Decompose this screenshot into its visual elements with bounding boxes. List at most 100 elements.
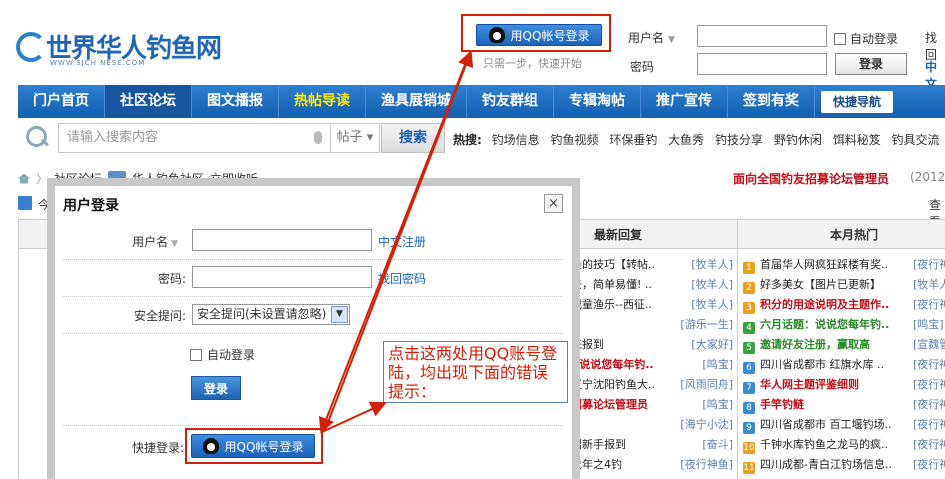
row-author[interactable]: [牧羊人]	[691, 255, 733, 275]
row-author[interactable]: [风雨同舟]	[680, 375, 733, 395]
dialog-login-button[interactable]: 登录	[191, 376, 241, 400]
table-row[interactable]: 3 积分的用途说明及主题作.. [夜行神	[743, 295, 945, 315]
row-title[interactable]: 千钟水库钓鱼之龙马的疯..	[760, 438, 888, 451]
row-author[interactable]: [游乐一生]	[680, 315, 733, 335]
row-author[interactable]: [夜行神鱼]	[680, 455, 733, 475]
table-row[interactable]: 9 四川省成都市 百工堰钓场.. [夜行神	[743, 415, 945, 435]
table-row[interactable]: 1 首届华人网疯狂踩楼有奖.. [夜行神	[743, 255, 945, 275]
login-button[interactable]: 登录	[835, 53, 907, 75]
row-author[interactable]: [夜行神	[913, 435, 945, 455]
nav-hot-posts[interactable]: 热帖导读	[279, 85, 366, 118]
search-input[interactable]: 请输入搜索内容	[58, 123, 331, 153]
row-author[interactable]: [宣魏管	[913, 335, 945, 355]
row-title[interactable]: 手竿钓鲢	[760, 398, 804, 411]
username-input[interactable]	[697, 25, 827, 47]
site-logo[interactable]: 世界华人钓鱼网 WWW.SJCH NESE.COM	[14, 22, 244, 74]
row-author[interactable]: [大家好]	[691, 335, 733, 355]
nav-picture-news[interactable]: 图文播报	[192, 85, 279, 118]
table-row[interactable]: 8 手竿钓鲢 [夜行神	[743, 395, 945, 415]
row-title[interactable]: 邀请好友注册，赢取高	[760, 338, 870, 351]
notice-link[interactable]: 面向全国钓友招募论坛管理员	[733, 170, 889, 187]
row-author[interactable]: [鸣宝]	[702, 395, 733, 415]
hot-item[interactable]: 野钓休闲	[774, 133, 822, 147]
table-row[interactable]: 辽宁沈阳钓鱼大.. [风雨同舟]	[571, 375, 737, 395]
row-title[interactable]: 六月话题：说说您每年钓..	[760, 318, 889, 331]
row-author[interactable]: [夜行神	[913, 355, 945, 375]
search-type-select[interactable]: 帖子 ▾	[331, 123, 380, 153]
row-author[interactable]: [海宁小沈]	[680, 415, 733, 435]
table-row[interactable]: 去，简单易懂! .. [牧羊人]	[571, 275, 737, 295]
table-row[interactable]: [游乐一生]	[571, 315, 737, 335]
row-author[interactable]: [鸣宝]	[702, 355, 733, 375]
dialog-auto-login-checkbox[interactable]	[190, 348, 202, 361]
row-author[interactable]: [牧羊人]	[691, 295, 733, 315]
row-title[interactable]: 四川成都-青白江钓场信息..	[760, 458, 892, 471]
dialog-password-input[interactable]	[192, 266, 372, 288]
table-row[interactable]: 招募论坛管理员 [鸣宝]	[571, 395, 737, 415]
row-author[interactable]: [夜行神	[913, 295, 945, 315]
password-input[interactable]	[697, 53, 827, 75]
hot-item[interactable]: 大鱼秀	[668, 133, 704, 147]
table-row[interactable]: 4 六月话题：说说您每年钓.. [鸣宝]	[743, 315, 945, 335]
row-author[interactable]: [夜行神	[913, 375, 945, 395]
hot-item[interactable]: 饵料秘笈	[833, 133, 881, 147]
nav-collections[interactable]: 专辑淘帖	[554, 85, 641, 118]
hot-item[interactable]: 钓鱼视频	[550, 133, 598, 147]
hot-item[interactable]: 钓技分享	[715, 133, 763, 147]
nav-promotion[interactable]: 推广宣传	[641, 85, 728, 118]
row-author[interactable]: [牧羊人]	[913, 275, 945, 295]
table-row[interactable]: 6 四川省成都市 红旗水库 .. [夜行神	[743, 355, 945, 375]
auto-login-checkbox[interactable]	[834, 32, 846, 45]
table-row[interactable]: 沼新手报到 [奋斗]	[571, 435, 737, 455]
table-row[interactable]: 5 邀请好友注册，赢取高 [宣魏管	[743, 335, 945, 355]
nav-home[interactable]: 门户首页	[18, 85, 105, 118]
hot-item[interactable]: 环保垂钓	[609, 133, 657, 147]
security-question-select[interactable]: 安全提问(未设置请忽略)	[192, 304, 350, 325]
table-row[interactable]: 鱼的技巧【转帖.. [牧羊人]	[571, 255, 737, 275]
table-row[interactable]: 11 四川成都-青白江钓场信息.. [夜行神	[743, 455, 945, 475]
row-title[interactable]: 华人网主题评鉴细则	[760, 378, 859, 391]
row-title[interactable]: 积分的用途说明及主题作..	[760, 298, 889, 311]
table-row[interactable]: [海宁小沈]	[571, 415, 737, 435]
row-title[interactable]: 四川省成都市 红旗水库 ..	[760, 358, 884, 371]
row-title[interactable]: 首届华人网疯狂踩楼有奖..	[760, 258, 888, 271]
dialog-find-password-link[interactable]: 找回密码	[378, 270, 426, 287]
quick-nav-button[interactable]: 快捷导航	[821, 90, 894, 113]
table-row[interactable]: 7 华人网主题评鉴细则 [夜行神	[743, 375, 945, 395]
row-author[interactable]: [夜行神	[913, 255, 945, 275]
row-author[interactable]: [奋斗]	[702, 435, 733, 455]
row-title[interactable]: 去，简单易懂! ..	[571, 275, 652, 295]
dialog-qq-login-button[interactable]: 用QQ帐号登录	[191, 434, 315, 458]
search-button[interactable]: 搜索	[381, 123, 445, 153]
home-icon[interactable]	[18, 173, 30, 184]
row-author[interactable]: [夜行神	[913, 415, 945, 435]
auto-login[interactable]: 自动登录	[834, 30, 898, 47]
row-author[interactable]: [夜行神	[913, 455, 945, 475]
microphone-icon[interactable]	[314, 131, 322, 144]
row-author[interactable]: [牧羊人]	[691, 275, 733, 295]
qq-login-button[interactable]: 用QQ帐号登录	[476, 24, 602, 46]
nav-forum[interactable]: 社区论坛	[105, 85, 192, 118]
table-row[interactable]: 龙年之4钓 [夜行神鱼]	[571, 455, 737, 475]
table-row[interactable]: 戏童渔乐--西征.. [牧羊人]	[571, 295, 737, 315]
row-title[interactable]: 招募论坛管理员	[571, 395, 648, 415]
nav-groups[interactable]: 钓友群组	[467, 85, 554, 118]
row-title[interactable]: 鱼的技巧【转帖..	[571, 255, 655, 275]
close-icon[interactable]: ×	[544, 194, 563, 213]
chevron-down-icon[interactable]: ▼	[331, 306, 348, 323]
nav-tackle-shop[interactable]: 渔具展销城	[366, 85, 467, 118]
dialog-username-input[interactable]	[192, 229, 372, 251]
row-author[interactable]: [鸣宝]	[913, 315, 944, 335]
table-row[interactable]: : 说说您每年钓.. [鸣宝]	[571, 355, 737, 375]
hot-item[interactable]: 钓场信息	[492, 133, 540, 147]
table-row[interactable]: 2 好多美女【图片已更新】 [牧羊人]	[743, 275, 945, 295]
dialog-register-link[interactable]: 中文注册	[378, 233, 426, 250]
row-author[interactable]: [夜行神	[913, 395, 945, 415]
row-title[interactable]: 辽宁沈阳钓鱼大..	[571, 375, 655, 395]
table-row[interactable]: 10 千钟水库钓鱼之龙马的疯.. [夜行神	[743, 435, 945, 455]
row-title[interactable]: 四川省成都市 百工堰钓场..	[760, 418, 892, 431]
row-title[interactable]: 好多美女【图片已更新】	[760, 278, 881, 291]
row-title[interactable]: : 说说您每年钓..	[571, 355, 654, 375]
table-row[interactable]: 来报到 [大家好]	[571, 335, 737, 355]
dialog-auto-login[interactable]: 自动登录	[190, 346, 255, 363]
